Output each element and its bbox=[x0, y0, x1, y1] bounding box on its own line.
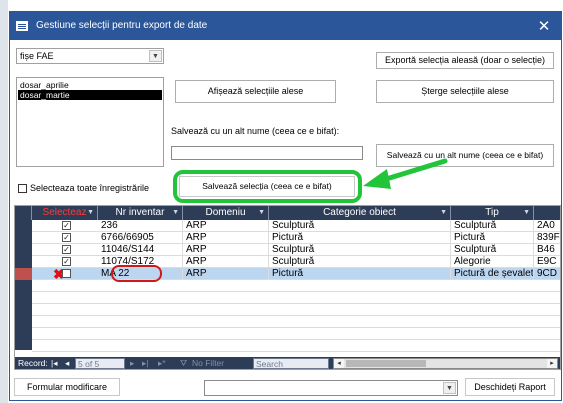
table-row[interactable]: ✓ 11046/S144 ARP Sculptură Sculptură B46 bbox=[32, 244, 560, 256]
table-row-empty[interactable] bbox=[32, 328, 560, 340]
cell-inventory[interactable]: 236 bbox=[98, 220, 183, 232]
cell-type[interactable]: Sculptură bbox=[451, 244, 534, 256]
highlight-annotation bbox=[173, 170, 362, 203]
cell-type[interactable]: Pictură bbox=[451, 232, 534, 244]
chevron-down-icon[interactable]: ▼ bbox=[440, 206, 447, 220]
table-row[interactable]: ✓ 236 ARP Sculptură Sculptură 2A0 bbox=[32, 220, 560, 232]
cell-category[interactable]: Sculptură bbox=[269, 220, 451, 232]
row-checkbox[interactable]: ✓ bbox=[62, 245, 71, 254]
chevron-down-icon[interactable]: ▼ bbox=[172, 206, 179, 220]
chevron-down-icon[interactable]: ▼ bbox=[523, 206, 530, 220]
last-record-icon[interactable]: ▸| bbox=[142, 358, 148, 369]
next-record-icon[interactable]: ▸ bbox=[130, 358, 134, 369]
header-selector bbox=[15, 206, 32, 220]
form-modify-button[interactable]: Formular modificare bbox=[14, 378, 120, 396]
save-as-prompt-label: Salvează cu un alt nume (ceea ce e bifat… bbox=[171, 126, 340, 136]
green-arrow-annotation bbox=[363, 158, 448, 189]
scroll-thumb[interactable] bbox=[346, 360, 426, 367]
horizontal-scrollbar[interactable]: ◂ ▸ bbox=[333, 358, 558, 369]
table-row-empty[interactable] bbox=[32, 304, 560, 316]
record-selector-column[interactable] bbox=[15, 220, 32, 350]
cell-domain[interactable]: ARP bbox=[183, 244, 269, 256]
grid-header: Selecteaz ▼ Nr inventar ▼ Domeniu ▼ Categor… bbox=[15, 206, 560, 220]
cell-code[interactable]: E9C bbox=[534, 256, 560, 268]
cell-code[interactable]: B46 bbox=[534, 244, 560, 256]
cell-domain[interactable]: ARP bbox=[183, 268, 269, 280]
scroll-left-icon[interactable]: ◂ bbox=[334, 359, 344, 368]
scroll-right-icon[interactable]: ▸ bbox=[547, 359, 557, 368]
table-row-active[interactable]: ✖ MA 22 ARP Pictură Pictură de șevalet 9… bbox=[15, 265, 560, 282]
table-row[interactable]: ✓ 6766/66905 ARP Pictură Pictură 839F bbox=[32, 232, 560, 244]
first-record-icon[interactable]: |◂ bbox=[51, 358, 57, 369]
selection-combo[interactable]: fișe FAE ▼ bbox=[16, 48, 164, 64]
cell-category[interactable]: Pictură bbox=[269, 232, 451, 244]
table-row-empty[interactable] bbox=[32, 316, 560, 328]
new-record-icon[interactable]: ▸* bbox=[158, 358, 166, 369]
dialog-window: Gestiune selecții pentru export de date … bbox=[9, 11, 562, 401]
row-checkbox[interactable] bbox=[62, 269, 71, 278]
report-select[interactable]: ▼ bbox=[204, 380, 458, 396]
header-code[interactable] bbox=[534, 206, 560, 220]
cell-category[interactable]: Sculptură bbox=[269, 256, 451, 268]
prev-record-icon[interactable]: ◂ bbox=[65, 358, 69, 369]
record-label: Record: bbox=[18, 358, 48, 368]
filter-icon: ⛛ bbox=[180, 358, 188, 368]
selection-listbox[interactable]: dosar_aprilie dosar_martie bbox=[16, 77, 164, 167]
cell-inventory[interactable]: 11046/S144 bbox=[98, 244, 183, 256]
open-report-button[interactable]: Deschideți Raport bbox=[465, 378, 555, 396]
cell-domain[interactable]: ARP bbox=[183, 256, 269, 268]
cell-domain[interactable]: ARP bbox=[183, 220, 269, 232]
select-all-checkbox[interactable] bbox=[18, 184, 27, 193]
records-grid: Selecteaz ▼ Nr inventar ▼ Domeniu ▼ Categor… bbox=[14, 205, 561, 370]
record-position-input[interactable]: 5 of 5 bbox=[75, 358, 125, 369]
cell-category[interactable]: Sculptură bbox=[269, 244, 451, 256]
table-row-empty[interactable] bbox=[32, 340, 560, 352]
list-item-selected[interactable]: dosar_martie bbox=[18, 90, 162, 100]
chevron-down-icon[interactable]: ▼ bbox=[87, 206, 94, 220]
cell-inventory[interactable]: 6766/66905 bbox=[98, 232, 183, 244]
cell-type[interactable]: Pictură de șevalet bbox=[451, 268, 534, 280]
chevron-down-icon[interactable]: ▼ bbox=[149, 50, 162, 62]
form-icon bbox=[16, 21, 28, 31]
select-all-label: Selecteaza toate înregistrările bbox=[30, 183, 150, 193]
show-selections-button[interactable]: Afișează selecțiile alese bbox=[175, 80, 336, 103]
cell-code[interactable]: 9CD bbox=[534, 268, 560, 280]
export-button[interactable]: Exportă selecția aleasă (doar o selecție… bbox=[376, 52, 554, 69]
list-item[interactable]: dosar_aprilie bbox=[18, 80, 162, 90]
cell-type[interactable]: Sculptură bbox=[451, 220, 534, 232]
header-type[interactable]: Tip ▼ bbox=[451, 206, 534, 220]
header-domain[interactable]: Domeniu ▼ bbox=[183, 206, 269, 220]
no-filter-indicator[interactable]: No Filter bbox=[192, 358, 224, 369]
cell-code[interactable]: 839F bbox=[534, 232, 560, 244]
cell-category[interactable]: Pictură bbox=[269, 268, 451, 280]
background-strip bbox=[0, 0, 8, 403]
table-row-empty[interactable] bbox=[32, 292, 560, 304]
chevron-down-icon[interactable]: ▼ bbox=[258, 206, 265, 220]
table-row[interactable]: ✓ 11074/S172 ARP Sculptură Alegorie E9C bbox=[32, 256, 560, 268]
row-checkbox[interactable]: ✓ bbox=[62, 233, 71, 242]
cell-domain[interactable]: ARP bbox=[183, 232, 269, 244]
row-checkbox[interactable]: ✓ bbox=[62, 257, 71, 266]
record-navigator: Record: |◂ ◂ 5 of 5 ▸ ▸| ▸* ⛛ No Filter … bbox=[15, 357, 560, 369]
row-checkbox[interactable]: ✓ bbox=[62, 221, 71, 230]
header-inventory[interactable]: Nr inventar ▼ bbox=[98, 206, 183, 220]
header-category[interactable]: Categorie obiect ▼ bbox=[269, 206, 451, 220]
new-name-input[interactable] bbox=[171, 146, 363, 160]
header-select[interactable]: Selecteaz ▼ bbox=[32, 206, 98, 220]
combo-value: fișe FAE bbox=[20, 51, 54, 61]
window-title: Gestiune selecții pentru export de date bbox=[36, 20, 208, 31]
cell-code[interactable]: 2A0 bbox=[534, 220, 560, 232]
close-button[interactable]: ✕ bbox=[535, 17, 553, 35]
current-record-marker bbox=[15, 268, 32, 280]
delete-selections-button[interactable]: Șterge selecțiile alese bbox=[376, 80, 554, 103]
table-row-empty[interactable] bbox=[32, 280, 560, 292]
title-bar: Gestiune selecții pentru export de date … bbox=[10, 12, 561, 40]
cell-type[interactable]: Alegorie bbox=[451, 256, 534, 268]
chevron-down-icon[interactable]: ▼ bbox=[443, 382, 456, 394]
search-input[interactable]: Search bbox=[253, 358, 329, 369]
